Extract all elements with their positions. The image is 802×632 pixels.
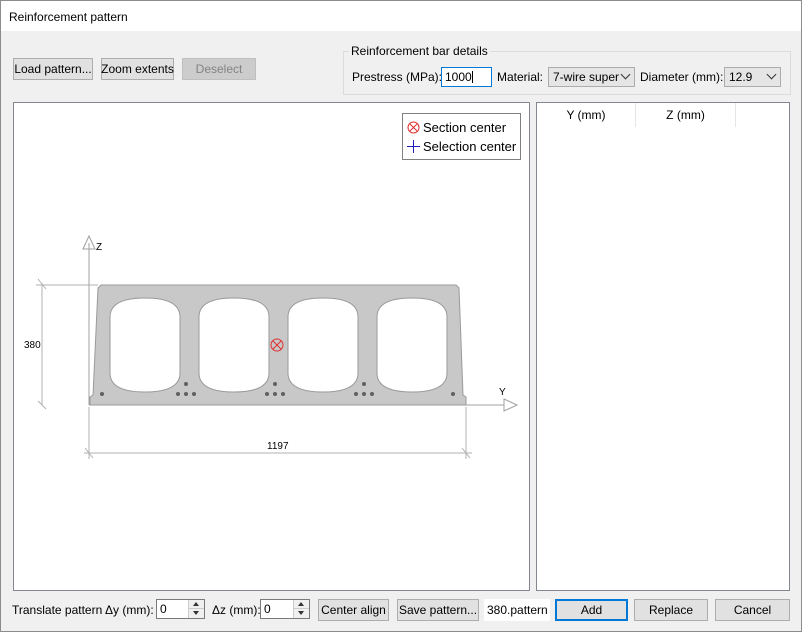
dz-increment-button[interactable]	[294, 600, 309, 609]
strand	[184, 392, 188, 396]
zoom-extents-button[interactable]: Zoom extents	[101, 58, 174, 80]
strand	[451, 392, 455, 396]
core-3	[287, 297, 359, 393]
load-pattern-button[interactable]: Load pattern...	[13, 58, 93, 80]
strand	[362, 392, 366, 396]
coordinates-table[interactable]: Y (mm) Z (mm)	[536, 102, 790, 591]
column-header-z[interactable]: Z (mm)	[636, 103, 736, 127]
diameter-select[interactable]: 12.9	[724, 67, 781, 87]
strand	[362, 382, 366, 386]
deselect-button: Deselect	[182, 58, 256, 80]
replace-button[interactable]: Replace	[634, 599, 708, 621]
strand	[100, 392, 104, 396]
selection-center-icon	[407, 140, 420, 153]
dz-label: Δz (mm):	[212, 603, 261, 617]
core-2	[198, 297, 270, 393]
section-canvas[interactable]: Z Y 380 1197 Section center Selection ce…	[13, 102, 530, 591]
prestress-input[interactable]: 1000	[441, 67, 492, 87]
triangle-up-icon	[298, 602, 304, 606]
chevron-down-icon	[766, 69, 777, 80]
dz-value: 0	[264, 602, 271, 616]
z-axis-label: Z	[96, 242, 103, 253]
save-pattern-button[interactable]: Save pattern...	[397, 599, 479, 621]
dz-stepper[interactable]: 0	[260, 599, 310, 619]
title-bar: Reinforcement pattern	[1, 1, 801, 31]
strand	[281, 392, 285, 396]
strand	[184, 382, 188, 386]
strand	[354, 392, 358, 396]
y-axis-label: Y	[499, 387, 506, 398]
legend-section-center-label: Section center	[423, 120, 507, 135]
canvas-legend: Section center Selection center	[402, 113, 521, 160]
triangle-up-icon	[193, 602, 199, 606]
strand	[273, 382, 277, 386]
core-1	[109, 297, 181, 393]
diameter-value: 12.9	[729, 70, 753, 84]
prestress-label: Prestress (MPa):	[352, 70, 443, 84]
material-label: Material:	[497, 70, 544, 84]
strand	[370, 392, 374, 396]
center-align-button[interactable]: Center align	[318, 599, 389, 621]
strand	[273, 392, 277, 396]
triangle-down-icon	[298, 611, 304, 615]
material-select[interactable]: 7-wire super	[548, 67, 635, 87]
prestress-value: 1000	[445, 70, 472, 84]
translate-pattern-label: Translate pattern	[12, 603, 103, 617]
legend-section-center: Section center	[407, 120, 506, 135]
cancel-button[interactable]: Cancel	[715, 599, 790, 621]
pattern-file-name: 380.pattern	[484, 599, 550, 621]
window-title: Reinforcement pattern	[9, 10, 128, 24]
dz-decrement-button[interactable]	[294, 609, 309, 618]
core-4	[376, 297, 448, 393]
dy-decrement-button[interactable]	[189, 609, 204, 618]
bar-details-title: Reinforcement bar details	[351, 44, 488, 58]
diameter-label: Diameter (mm):	[640, 70, 724, 84]
dy-increment-button[interactable]	[189, 600, 204, 609]
legend-selection-center: Selection center	[407, 139, 516, 154]
strand	[176, 392, 180, 396]
dy-stepper[interactable]: 0	[156, 599, 205, 619]
material-value: 7-wire super	[553, 70, 620, 84]
width-dimension-label: 1197	[267, 441, 289, 452]
strand	[192, 392, 196, 396]
strand	[265, 392, 269, 396]
triangle-down-icon	[193, 611, 199, 615]
y-axis-arrow	[503, 398, 519, 412]
add-button[interactable]: Add	[555, 599, 628, 621]
dy-label: Δy (mm):	[105, 603, 154, 617]
dy-stepper-arrows	[188, 600, 204, 618]
height-dimension-label: 380	[24, 340, 41, 351]
legend-selection-center-label: Selection center	[423, 139, 517, 154]
section-drawing	[36, 234, 519, 459]
dy-value: 0	[160, 602, 167, 616]
reinforcement-pattern-dialog: Reinforcement pattern Load pattern... Zo…	[0, 0, 802, 632]
chevron-down-icon	[620, 69, 631, 80]
section-center-icon	[407, 121, 420, 134]
text-caret	[471, 71, 473, 83]
column-header-y[interactable]: Y (mm)	[537, 103, 636, 127]
dz-stepper-arrows	[293, 600, 309, 618]
